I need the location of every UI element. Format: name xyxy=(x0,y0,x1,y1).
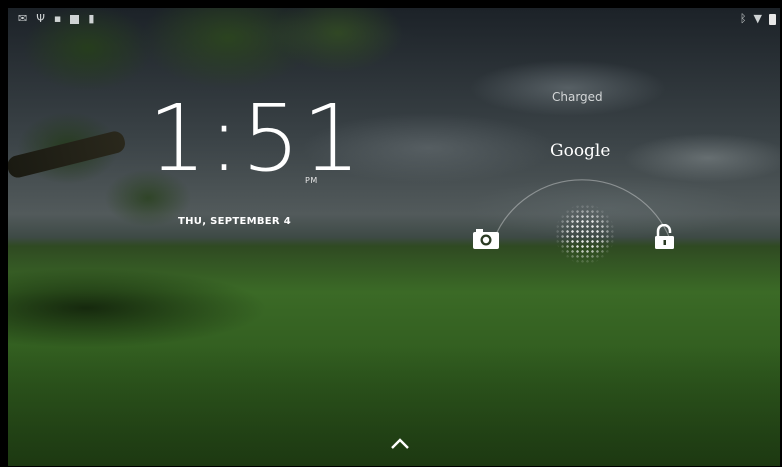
lockscreen: ✉ Ψ ▪ ▮ ᛒ ▼ 1:51 PM THU, SEPTEMBER 4 Cha… xyxy=(8,8,780,466)
lock-notification-icon: ▪ xyxy=(53,12,62,25)
unlock-icon[interactable] xyxy=(654,224,676,250)
no-sim-icon xyxy=(70,14,80,24)
clock-time: 1:51 xyxy=(148,85,363,192)
clock-date: THU, SEPTEMBER 4 xyxy=(178,216,291,227)
usb-icon: Ψ xyxy=(36,12,45,25)
chevron-up-icon[interactable] xyxy=(389,437,411,451)
charge-status: Charged xyxy=(552,90,603,104)
unlock-handle[interactable] xyxy=(555,204,615,264)
clock-ampm: PM xyxy=(305,176,318,185)
email-icon: ✉ xyxy=(18,12,28,25)
google-search-target[interactable]: Google xyxy=(550,141,610,161)
wallpaper-shadow xyxy=(8,268,268,348)
battery-icon xyxy=(769,13,776,25)
bluetooth-icon: ᛒ xyxy=(739,12,747,25)
storage-icon: ▮ xyxy=(88,12,95,25)
wifi-icon: ▼ xyxy=(753,12,762,25)
camera-icon[interactable] xyxy=(472,226,500,250)
status-bar: ✉ Ψ ▪ ▮ ᛒ ▼ xyxy=(8,8,780,30)
